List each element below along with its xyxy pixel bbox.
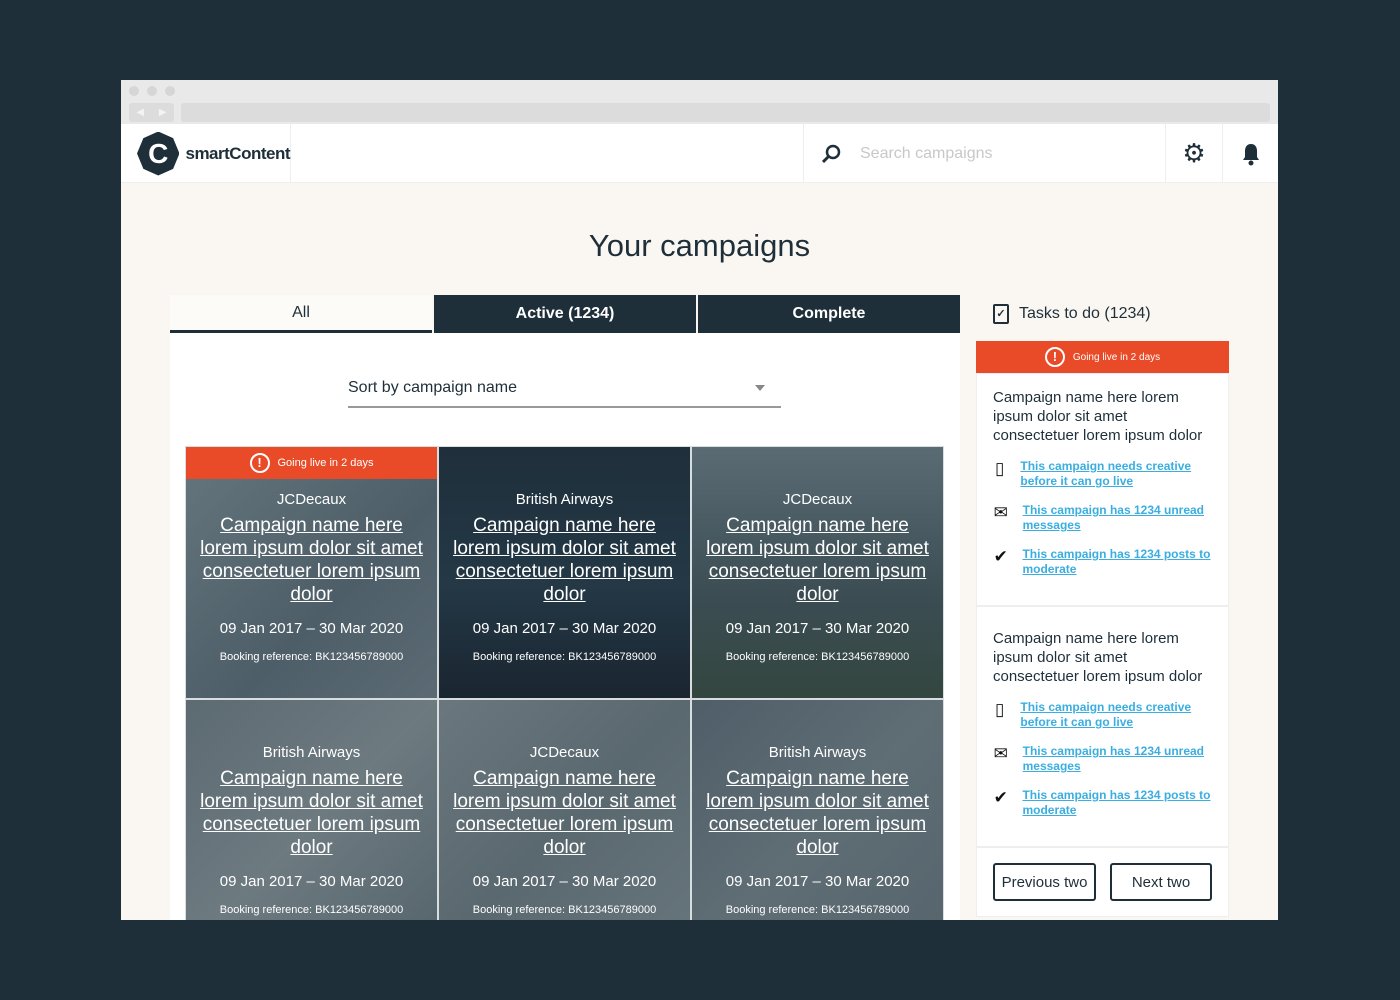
- alert-icon: !: [1044, 347, 1065, 367]
- page-title: Your campaigns: [588, 228, 811, 263]
- campaign-brand: British Airways: [262, 744, 361, 761]
- campaign-brand: British Airways: [768, 744, 867, 761]
- previous-two-button[interactable]: Previous two: [993, 863, 1096, 901]
- campaign-list-panel: Sort by campaign name ! Going live in 2 d…: [170, 333, 960, 920]
- task-item: ✉ This campaign has 1234 unread messages: [993, 503, 1212, 533]
- window-dot: [165, 86, 175, 96]
- campaign-card[interactable]: British Airways Campaign name here lorem…: [185, 699, 438, 920]
- chevron-down-icon: [755, 385, 765, 391]
- window-dot: [129, 86, 139, 96]
- campaign-tabs: All Active (1234) Complete: [170, 295, 960, 333]
- task-link-messages[interactable]: This campaign has 1234 unread messages: [1023, 503, 1212, 533]
- campaign-dates: 09 Jan 2017 – 30 Mar 2020: [725, 873, 910, 890]
- address-bar[interactable]: [181, 103, 1270, 122]
- app-header: C smartContent ⚙: [121, 124, 1278, 183]
- campaign-name-link[interactable]: Campaign name here lorem ipsum dolor sit…: [706, 514, 929, 606]
- campaign-name-link[interactable]: Campaign name here lorem ipsum dolor sit…: [453, 767, 676, 859]
- logo[interactable]: C smartContent: [121, 124, 291, 183]
- task-link-moderate[interactable]: This campaign has 1234 posts to moderate: [1022, 788, 1212, 818]
- campaign-dates: 09 Jan 2017 – 30 Mar 2020: [219, 873, 404, 890]
- search-box: [803, 124, 1165, 183]
- task-link-creative[interactable]: This campaign needs creative before it c…: [1020, 700, 1212, 730]
- campaign-dates: 09 Jan 2017 – 30 Mar 2020: [472, 873, 657, 890]
- campaign-name-link[interactable]: Campaign name here lorem ipsum dolor sit…: [706, 767, 929, 859]
- task-campaign-name: Campaign name here lorem ipsum dolor sit…: [993, 389, 1203, 444]
- tab-active[interactable]: Active (1234): [434, 295, 696, 333]
- campaign-dates: 09 Jan 2017 – 30 Mar 2020: [219, 620, 404, 637]
- campaign-brand: JCDecaux: [276, 491, 347, 508]
- campaign-brand: JCDecaux: [782, 491, 853, 508]
- notifications-button[interactable]: [1222, 124, 1278, 183]
- campaign-card[interactable]: JCDecaux Campaign name here lorem ipsum …: [438, 699, 691, 920]
- booking-reference: Booking reference: BK123456789000: [725, 651, 910, 663]
- alert-text: Going live in 2 days: [1072, 351, 1161, 363]
- campaign-name-link[interactable]: Campaign name here lorem ipsum dolor sit…: [200, 514, 423, 606]
- campaign-dates: 09 Jan 2017 – 30 Mar 2020: [472, 620, 657, 637]
- status-badge: ! Going live in 2 days: [976, 341, 1229, 373]
- document-icon: ▯: [995, 700, 1005, 719]
- campaign-brand: British Airways: [515, 491, 614, 508]
- task-card: Campaign name here lorem ipsum dolor sit…: [976, 373, 1229, 606]
- check-circle-icon: ✔: [993, 788, 1008, 807]
- campaign-card[interactable]: British Airways Campaign name here lorem…: [438, 446, 691, 699]
- task-campaign-name: Campaign name here lorem ipsum dolor sit…: [993, 630, 1203, 685]
- campaign-card[interactable]: JCDecaux Campaign name here lorem ipsum …: [691, 446, 944, 699]
- task-item: ✉ This campaign has 1234 unread messages: [993, 744, 1212, 774]
- campaign-name-link[interactable]: Campaign name here lorem ipsum dolor sit…: [453, 514, 676, 606]
- task-pager: Previous two Next two: [976, 847, 1229, 917]
- task-item: ▯ This campaign needs creative before it …: [993, 459, 1212, 489]
- campaign-name-link[interactable]: Campaign name here lorem ipsum dolor sit…: [200, 767, 423, 859]
- tasks-title: Tasks to do (1234): [1019, 305, 1151, 322]
- tasks-header: ✓ Tasks to do (1234): [976, 295, 1229, 333]
- task-link-creative[interactable]: This campaign needs creative before it c…: [1020, 459, 1212, 489]
- status-badge: ! Going live in 2 days: [186, 447, 437, 479]
- settings-button[interactable]: ⚙: [1165, 124, 1222, 183]
- task-link-moderate[interactable]: This campaign has 1234 posts to moderate: [1022, 547, 1212, 577]
- tasks-panel: ✓ Tasks to do (1234) ! Going live in 2 da…: [976, 295, 1229, 917]
- booking-reference: Booking reference: BK123456789000: [219, 651, 404, 663]
- search-icon[interactable]: [820, 143, 842, 165]
- bell-icon: [1243, 143, 1259, 165]
- task-item: ✔ This campaign has 1234 posts to moderat…: [993, 547, 1212, 577]
- sort-dropdown[interactable]: Sort by campaign name: [348, 370, 781, 408]
- sort-value: Sort by campaign name: [348, 379, 517, 396]
- alert-text: Going live in 2 days: [277, 457, 374, 469]
- document-icon: ▯: [995, 459, 1005, 478]
- campaign-brand: JCDecaux: [529, 744, 600, 761]
- campaign-card[interactable]: British Airways Campaign name here lorem…: [691, 699, 944, 920]
- envelope-icon: ✉: [993, 503, 1008, 522]
- campaign-card[interactable]: ! Going live in 2 days JCDecaux Campaign …: [185, 446, 438, 699]
- search-input[interactable]: [860, 144, 1140, 163]
- alert-icon: !: [249, 453, 270, 473]
- task-link-messages[interactable]: This campaign has 1234 unread messages: [1023, 744, 1212, 774]
- browser-nav-buttons[interactable]: ◀ ▶: [129, 103, 174, 122]
- task-item: ▯ This campaign needs creative before it …: [993, 700, 1212, 730]
- window-dot: [147, 86, 157, 96]
- gear-icon: ⚙: [1182, 138, 1206, 168]
- task-item: ✔ This campaign has 1234 posts to moderat…: [993, 788, 1212, 818]
- next-two-button[interactable]: Next two: [1110, 863, 1212, 901]
- booking-reference: Booking reference: BK123456789000: [219, 904, 404, 916]
- logo-mark: C: [137, 131, 180, 176]
- forward-icon[interactable]: ▶: [159, 107, 167, 118]
- check-circle-icon: ✔: [993, 547, 1008, 566]
- envelope-icon: ✉: [993, 744, 1008, 763]
- browser-window: ◀▶ C smartContent ⚙ Your campaigns All A…: [121, 80, 1278, 920]
- tab-complete[interactable]: Complete: [698, 295, 960, 333]
- booking-reference: Booking reference: BK123456789000: [472, 904, 657, 916]
- browser-chrome: ◀ ▶: [121, 80, 1278, 124]
- task-card: Campaign name here lorem ipsum dolor sit…: [976, 606, 1229, 847]
- clipboard-check-icon: ✓: [993, 304, 1009, 324]
- tab-all[interactable]: All: [170, 295, 432, 333]
- logo-text: smartContent: [185, 143, 290, 163]
- campaign-dates: 09 Jan 2017 – 30 Mar 2020: [725, 620, 910, 637]
- back-icon[interactable]: ◀: [136, 107, 144, 118]
- booking-reference: Booking reference: BK123456789000: [725, 904, 910, 916]
- booking-reference: Booking reference: BK123456789000: [472, 651, 657, 663]
- campaign-grid: ! Going live in 2 days JCDecaux Campaign …: [185, 446, 944, 920]
